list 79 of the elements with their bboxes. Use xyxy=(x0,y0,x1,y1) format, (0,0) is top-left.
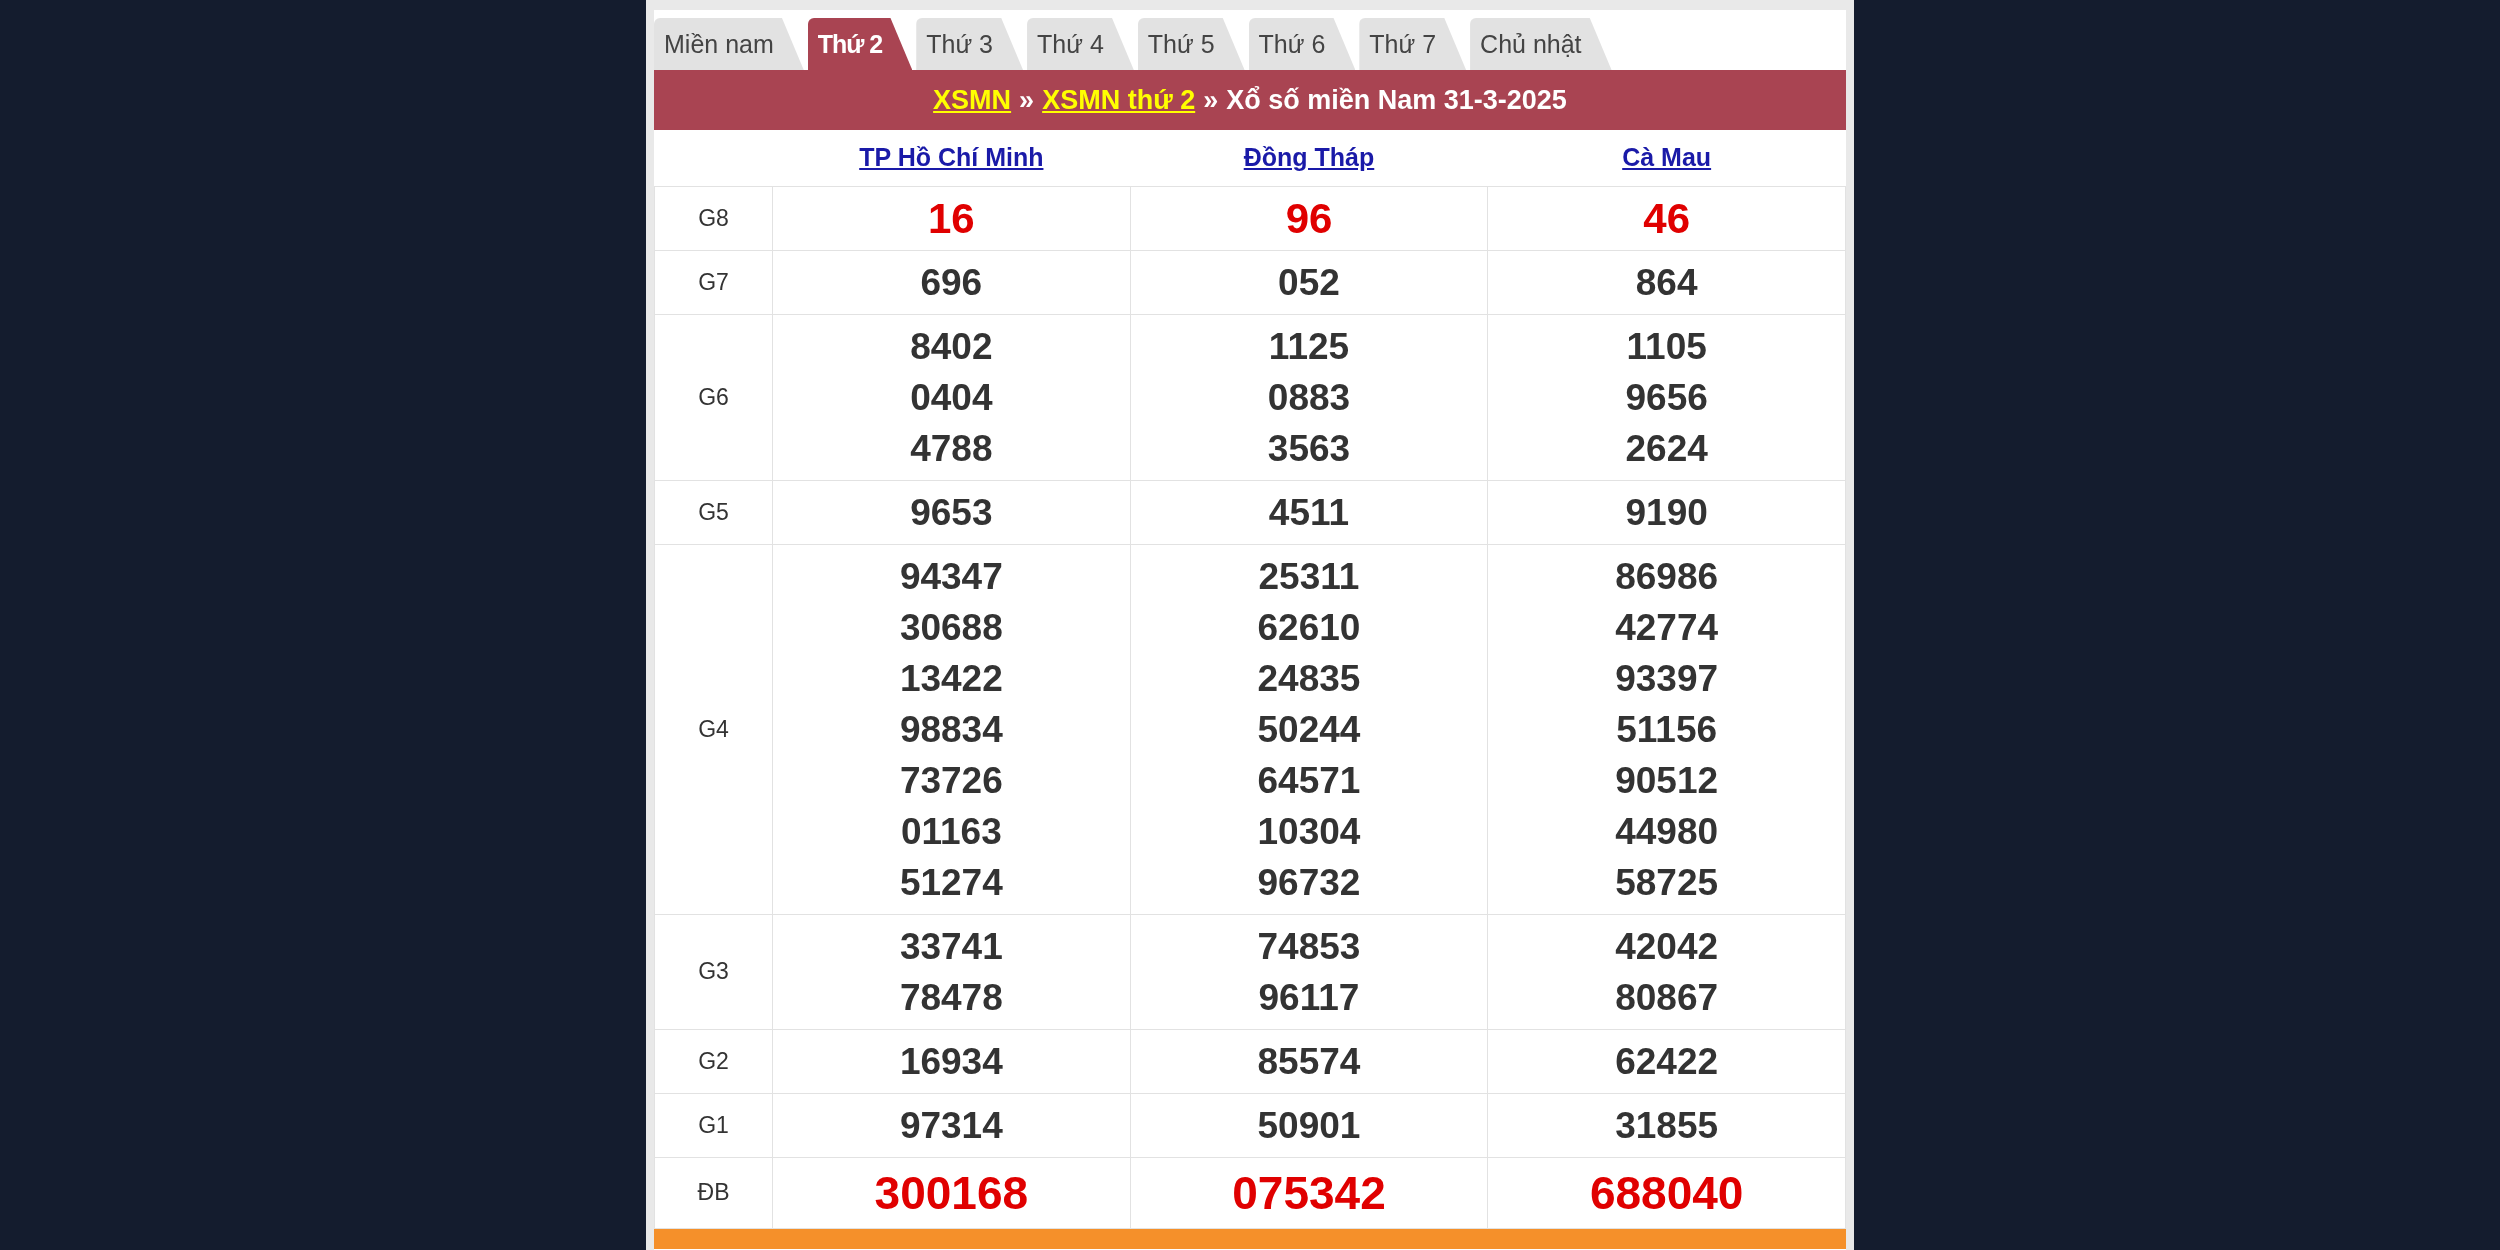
prize-number: 16 xyxy=(926,193,976,244)
breadcrumb-separator: » xyxy=(1203,83,1219,117)
prize-number: 10304 xyxy=(1256,809,1362,854)
day-tab[interactable]: Miền nam xyxy=(654,17,804,70)
prize-number: 696 xyxy=(919,260,984,305)
prize-number: 46 xyxy=(1642,193,1691,244)
province-link[interactable]: Đồng Tháp xyxy=(1243,143,1375,171)
breadcrumb-link[interactable]: XSMN thứ 2 xyxy=(1042,79,1196,121)
prize-number: 42774 xyxy=(1614,605,1720,650)
prize-number: 62422 xyxy=(1614,1039,1720,1084)
prize-number: 01163 xyxy=(899,809,1003,854)
day-tab[interactable]: Thứ 7 xyxy=(1359,17,1467,70)
prize-number: 51156 xyxy=(1615,707,1719,752)
province-link[interactable]: Cà Mau xyxy=(1622,143,1712,171)
day-tab[interactable]: Thứ 6 xyxy=(1248,17,1356,70)
prize-number: 4788 xyxy=(909,426,994,471)
prize-number: 3563 xyxy=(1266,426,1352,471)
prize-number: 688040 xyxy=(1588,1165,1745,1221)
prize-number: 9190 xyxy=(1624,490,1709,535)
prize-number: 9656 xyxy=(1624,375,1709,420)
prize-number: 86986 xyxy=(1614,554,1720,599)
day-tab[interactable]: Thứ 3 xyxy=(916,17,1024,70)
prize-number: 0404 xyxy=(909,375,994,420)
day-tab[interactable]: Thứ 5 xyxy=(1137,17,1245,70)
prize-number: 1105 xyxy=(1625,324,1708,369)
prize-number: 93397 xyxy=(1614,656,1720,701)
prize-label: G2 xyxy=(654,1029,773,1093)
prize-number: 16934 xyxy=(898,1039,1004,1084)
prize-number: 50901 xyxy=(1256,1103,1362,1148)
prize-number: 62610 xyxy=(1256,605,1362,650)
prize-number: 13422 xyxy=(898,656,1004,701)
day-tab[interactable]: Chủ nhật xyxy=(1470,17,1612,70)
breadcrumb-link[interactable]: XSMN xyxy=(933,79,1012,121)
prize-label: G6 xyxy=(654,314,773,480)
prize-number: 64571 xyxy=(1256,758,1362,803)
prize-number: 58725 xyxy=(1614,860,1720,905)
prize-number: 78478 xyxy=(898,975,1004,1020)
prize-number: 98834 xyxy=(898,707,1004,752)
prize-number: 44980 xyxy=(1614,809,1720,854)
prize-number: 864 xyxy=(1634,260,1699,305)
prize-number: 96117 xyxy=(1257,975,1361,1020)
prize-number: 25311 xyxy=(1257,554,1361,599)
prize-number: 96 xyxy=(1284,193,1334,244)
prize-label: G4 xyxy=(654,544,773,914)
prize-number: 74853 xyxy=(1256,924,1362,969)
province-link[interactable]: TP Hồ Chí Minh xyxy=(859,143,1044,171)
prize-number: 4511 xyxy=(1267,490,1351,535)
prize-label: G1 xyxy=(654,1093,773,1157)
prize-number: 96732 xyxy=(1256,860,1362,905)
prize-label: G5 xyxy=(654,480,773,544)
prize-number: 31855 xyxy=(1614,1103,1720,1148)
prize-number: 90512 xyxy=(1614,758,1720,803)
prize-number: 300168 xyxy=(873,1165,1030,1221)
prize-number: 0883 xyxy=(1266,375,1352,420)
breadcrumb-separator: » xyxy=(1019,83,1035,117)
prize-number: 51274 xyxy=(898,860,1004,905)
prize-number: 85574 xyxy=(1256,1039,1362,1084)
prize-number: 97314 xyxy=(898,1103,1004,1148)
prize-number: 8402 xyxy=(909,324,994,369)
prize-number: 33741 xyxy=(898,924,1004,969)
prize-number: 30688 xyxy=(898,605,1004,650)
prize-label: G8 xyxy=(654,186,773,250)
prize-number: 075342 xyxy=(1231,1165,1387,1221)
breadcrumb-title: Xổ số miền Nam 31-3-2025 xyxy=(1226,83,1567,117)
prize-number: 50244 xyxy=(1256,707,1362,752)
prize-number: 9653 xyxy=(909,490,994,535)
prize-number: 42042 xyxy=(1614,924,1720,969)
prize-number: 24835 xyxy=(1256,656,1362,701)
prize-number: 1125 xyxy=(1267,324,1351,369)
prize-label: G7 xyxy=(654,250,773,314)
prize-number: 2624 xyxy=(1624,426,1709,471)
prize-label: G3 xyxy=(654,914,773,1029)
day-tab[interactable]: Thứ 4 xyxy=(1027,17,1134,70)
prize-number: 73726 xyxy=(898,758,1004,803)
prize-number: 80867 xyxy=(1614,975,1720,1020)
day-tab[interactable]: Thứ 2 xyxy=(807,17,913,70)
prize-number: 052 xyxy=(1277,260,1341,305)
prize-number: 94347 xyxy=(898,554,1004,599)
prize-label: ĐB xyxy=(654,1157,773,1228)
